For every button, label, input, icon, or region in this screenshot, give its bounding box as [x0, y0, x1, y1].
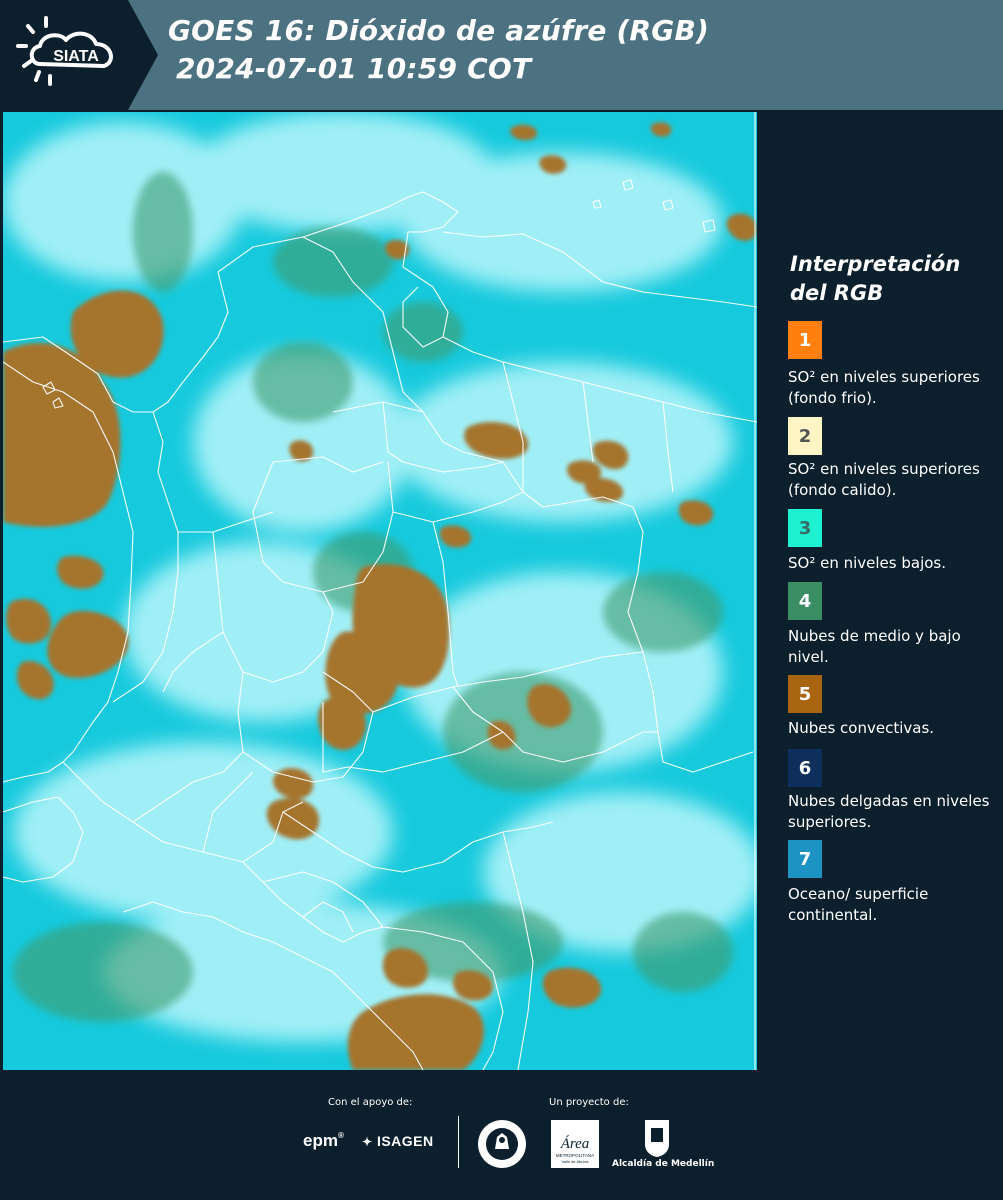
isagen-text: ISAGEN — [376, 1133, 434, 1149]
legend-number-7: 7 — [798, 848, 812, 870]
legend-swatch-7: 7 — [788, 840, 822, 878]
legend-title-line-1: Interpretación — [790, 252, 961, 276]
legend-swatch-3: 3 — [788, 509, 822, 547]
legend-desc-1: SO² en niveles superiores (fondo frio). — [788, 368, 980, 407]
legend-swatch-2: 2 — [788, 417, 822, 455]
legend-swatch-5: 5 — [788, 675, 822, 713]
area-sub-1: METROPOLITANA — [556, 1153, 594, 1158]
legend-number-3: 3 — [798, 517, 812, 539]
legend-swatch-4: 4 — [788, 582, 822, 620]
satellite-map[interactable] — [3, 112, 757, 1070]
legend-number-2: 2 — [798, 425, 812, 447]
area-text: Área — [560, 1135, 590, 1152]
support-label: Con el apoyo de: — [328, 1097, 413, 1108]
medellin-seal-icon — [478, 1120, 526, 1168]
epm-text: epm — [303, 1131, 338, 1150]
title-line-1: GOES 16: Dióxido de azúfre (RGB) — [168, 14, 710, 47]
page-title: GOES 16: Dióxido de azúfre (RGB) 2024-07… — [168, 12, 709, 88]
alcaldia-shield-icon — [645, 1120, 669, 1157]
legend-number-6: 6 — [798, 757, 812, 779]
legend-desc-6: Nubes delgadas en niveles superiores. — [788, 792, 990, 831]
legend-desc-3: SO² en niveles bajos. — [788, 554, 947, 572]
legend-number-4: 4 — [798, 590, 812, 612]
legend-desc-2: SO² en niveles superiores (fondo calido)… — [788, 460, 980, 499]
legend-title-line-2: del RGB — [790, 281, 884, 305]
isagen-icon: ✦ — [362, 1135, 373, 1149]
title-line-2: 2024-07-01 10:59 COT — [176, 52, 532, 85]
legend-number-5: 5 — [798, 683, 812, 705]
footer: Con el apoyo de: Un proyecto de: epm® ✦ … — [0, 1070, 1003, 1200]
legend-title: Interpretación del RGB — [790, 250, 995, 308]
area-sub-2: Valle de Aburrá — [561, 1159, 589, 1164]
project-label: Un proyecto de: — [549, 1097, 629, 1108]
footer-divider — [458, 1116, 459, 1168]
alcaldia-text: Alcaldía de Medellín — [612, 1159, 715, 1169]
legend-number-1: 1 — [798, 329, 812, 351]
epm-logo: epm® — [303, 1131, 344, 1150]
legend-desc-4: Nubes de medio y bajo nivel. — [788, 627, 961, 666]
legend-swatch-1: 1 — [788, 321, 822, 359]
legend-swatch-6: 6 — [788, 749, 822, 787]
logo-panel: SIATA — [0, 0, 158, 110]
isagen-logo: ✦ ISAGEN — [362, 1133, 434, 1149]
logo-text: SIATA — [53, 48, 99, 65]
map-svg — [3, 112, 757, 1070]
area-metropolitana-logo-icon: Área METROPOLITANA Valle de Aburrá — [551, 1120, 599, 1168]
header: SIATA GOES 16: Dióxido de azúfre (RGB) 2… — [0, 0, 1003, 110]
legend-desc-5: Nubes convectivas. — [788, 719, 935, 737]
legend-desc-7: Oceano/ superficie continental. — [788, 885, 929, 924]
